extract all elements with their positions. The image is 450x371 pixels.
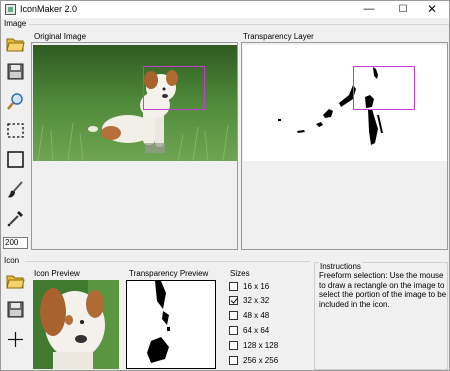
size-48-checkbox-row[interactable]: 48 x 48 [229, 309, 269, 321]
image-section-divider [29, 24, 449, 25]
folder-open-icon [6, 275, 25, 289]
plus-icon [8, 332, 23, 347]
app-logo-icon [5, 4, 16, 15]
size-32-label: 32 x 32 [243, 295, 270, 305]
brush-size-input[interactable]: 200 [3, 237, 28, 249]
size-32-checkbox[interactable] [229, 295, 238, 305]
transparency-layer-image[interactable] [243, 45, 447, 161]
minimize-button[interactable]: — [352, 1, 386, 18]
size-16-checkbox[interactable] [229, 281, 238, 291]
dashed-rectangle-icon [7, 123, 24, 138]
brush-tool-button[interactable] [4, 178, 27, 201]
size-256-checkbox-row[interactable]: 256 x 256 [229, 354, 278, 366]
original-image-label: Original Image [34, 32, 87, 41]
floppy-disk-icon [7, 63, 24, 80]
size-48-checkbox[interactable] [229, 310, 238, 320]
image-section-label: Image [4, 19, 27, 28]
open-icon-button[interactable] [4, 270, 27, 293]
instructions-title: Instructions [319, 262, 362, 271]
rectangle-icon [7, 151, 24, 168]
sizes-label: Sizes [230, 269, 250, 278]
save-image-button[interactable] [4, 60, 27, 83]
size-64-checkbox[interactable] [229, 325, 238, 335]
open-image-button[interactable] [4, 33, 27, 56]
window-title: IconMaker 2.0 [20, 4, 78, 14]
size-256-label: 256 x 256 [243, 355, 279, 365]
transparency-preview-mask [147, 281, 170, 363]
size-256-checkbox[interactable] [229, 355, 238, 365]
icon-section-divider [25, 261, 310, 262]
eyedropper-tool-button[interactable] [4, 207, 27, 230]
folder-open-icon [6, 38, 25, 52]
rectangle-tool-button[interactable] [4, 148, 27, 171]
icon-preview-image [33, 280, 119, 369]
original-image[interactable] [33, 45, 237, 161]
title-bar: IconMaker 2.0 — ☐ ✕ [1, 1, 449, 18]
close-button[interactable]: ✕ [415, 1, 449, 18]
puppy-photo-image [33, 45, 237, 161]
instructions-text: Freeform selection: Use the mouse to dra… [319, 271, 447, 309]
size-128-checkbox[interactable] [229, 340, 238, 350]
size-128-label: 128 x 128 [243, 340, 279, 350]
image-selection-rectangle[interactable] [143, 66, 205, 110]
size-48-label: 48 x 48 [243, 310, 270, 320]
app-window: IconMaker 2.0 — ☐ ✕ Image 200 Original I… [0, 0, 450, 371]
size-64-checkbox-row[interactable]: 64 x 64 [229, 324, 269, 336]
brush-icon [8, 181, 23, 198]
size-128-checkbox-row[interactable]: 128 x 128 [229, 339, 278, 351]
size-16-checkbox-row[interactable]: 16 x 16 [229, 280, 269, 292]
floppy-disk-icon [7, 301, 24, 318]
icon-preview-label: Icon Preview [34, 269, 80, 278]
size-32-checkbox-row[interactable]: 32 x 32 [229, 294, 269, 306]
transparency-mask-image [278, 67, 383, 145]
transparency-selection-rectangle[interactable] [353, 66, 415, 110]
transparency-preview-label: Transparency Preview [129, 269, 209, 278]
add-icon-button[interactable] [4, 328, 27, 351]
save-icon-button[interactable] [4, 298, 27, 321]
transparency-layer-label: Transparency Layer [243, 32, 314, 41]
freeform-select-button[interactable] [4, 119, 27, 142]
transparency-preview-image [126, 280, 216, 369]
size-64-label: 64 x 64 [243, 325, 270, 335]
icon-section-label: Icon [4, 256, 20, 265]
size-16-label: 16 x 16 [243, 281, 270, 291]
eyedropper-icon [7, 211, 23, 227]
magnifier-icon [7, 93, 23, 110]
icon-preview-photo [33, 280, 119, 369]
zoom-button[interactable] [4, 90, 27, 113]
